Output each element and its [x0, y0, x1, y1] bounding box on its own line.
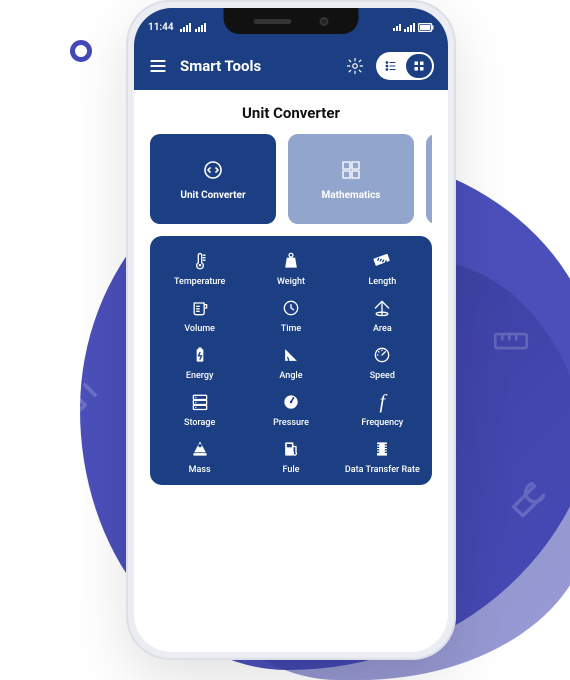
- battery-icon: [418, 23, 434, 32]
- status-time: 11:44: [148, 22, 174, 33]
- tool-temperature[interactable]: Temperature: [154, 250, 245, 287]
- page-title: Unit Converter: [150, 104, 432, 122]
- tool-frequency[interactable]: f Frequency: [337, 391, 428, 428]
- tool-data-transfer[interactable]: Data Transfer Rate: [337, 438, 428, 475]
- gear-icon[interactable]: [346, 57, 364, 75]
- ruler-icon: [490, 320, 532, 362]
- menu-icon[interactable]: [148, 56, 168, 76]
- tool-label: Volume: [184, 324, 215, 334]
- tool-label: Temperature: [174, 277, 225, 287]
- area-icon: [371, 297, 393, 319]
- tool-length[interactable]: Length: [337, 250, 428, 287]
- tool-area[interactable]: Area: [337, 297, 428, 334]
- tool-label: Frequency: [361, 418, 403, 428]
- fuel-icon: [280, 438, 302, 460]
- weight-icon: [280, 250, 302, 272]
- tool-angle[interactable]: Angle: [245, 344, 336, 381]
- tool-label: Storage: [184, 418, 215, 428]
- tool-label: Energy: [186, 371, 214, 381]
- tool-label: Time: [281, 324, 301, 334]
- tool-fuel[interactable]: Fule: [245, 438, 336, 475]
- phone-frame: 11:44 Smart Tools: [126, 0, 456, 660]
- grid-view-button[interactable]: [406, 54, 432, 78]
- content-area: Unit Converter Unit Converter Mathematic…: [134, 90, 448, 652]
- tool-grid: Temperature Weight Length Volume Time: [150, 236, 432, 485]
- tool-label: Mass: [189, 465, 211, 475]
- tool-speed[interactable]: Speed: [337, 344, 428, 381]
- clock-icon: [280, 297, 302, 319]
- data-icon: [371, 438, 393, 460]
- signal-icon: [404, 23, 415, 32]
- math-icon: [339, 158, 363, 182]
- tool-label: Angle: [279, 371, 302, 381]
- tool-label: Pressure: [273, 418, 309, 428]
- tool-label: Length: [368, 277, 396, 287]
- tool-label: Area: [373, 324, 392, 334]
- category-label: Mathematics: [322, 190, 381, 201]
- phone-notch: [224, 8, 359, 34]
- tool-label: Data Transfer Rate: [345, 465, 420, 475]
- pressure-icon: [280, 391, 302, 413]
- cup-icon: [189, 297, 211, 319]
- category-label: Unit Converter: [180, 190, 245, 201]
- list-view-button[interactable]: [378, 54, 404, 78]
- wrench-icon: [500, 470, 555, 525]
- tools-icon: [40, 380, 100, 440]
- tool-pressure[interactable]: Pressure: [245, 391, 336, 428]
- signal-icon: [180, 23, 191, 32]
- tool-label: Fule: [283, 465, 300, 475]
- frequency-icon: f: [371, 391, 393, 413]
- category-row[interactable]: Unit Converter Mathematics: [150, 134, 432, 224]
- tool-weight[interactable]: Weight: [245, 250, 336, 287]
- battery-icon: [189, 344, 211, 366]
- tool-volume[interactable]: Volume: [154, 297, 245, 334]
- category-unit-converter[interactable]: Unit Converter: [150, 134, 276, 224]
- view-toggle[interactable]: [376, 52, 434, 80]
- signal-icon: [195, 23, 206, 32]
- converter-icon: [201, 158, 225, 182]
- phone-screen: 11:44 Smart Tools: [134, 8, 448, 652]
- angle-icon: [280, 344, 302, 366]
- tool-storage[interactable]: Storage: [154, 391, 245, 428]
- thermometer-icon: [189, 250, 211, 272]
- ruler-icon: [371, 250, 393, 272]
- storage-icon: [189, 391, 211, 413]
- tool-time[interactable]: Time: [245, 297, 336, 334]
- tool-mass[interactable]: Mass: [154, 438, 245, 475]
- app-title: Smart Tools: [180, 57, 334, 75]
- category-next-peek[interactable]: [426, 134, 432, 224]
- decorative-ring: [70, 40, 92, 62]
- tool-label: Speed: [370, 371, 395, 381]
- gauge-icon: [371, 344, 393, 366]
- tool-energy[interactable]: Energy: [154, 344, 245, 381]
- tool-label: Weight: [277, 277, 305, 287]
- wifi-icon: [393, 24, 401, 31]
- category-mathematics[interactable]: Mathematics: [288, 134, 414, 224]
- app-bar: Smart Tools: [134, 42, 448, 90]
- mass-icon: [189, 438, 211, 460]
